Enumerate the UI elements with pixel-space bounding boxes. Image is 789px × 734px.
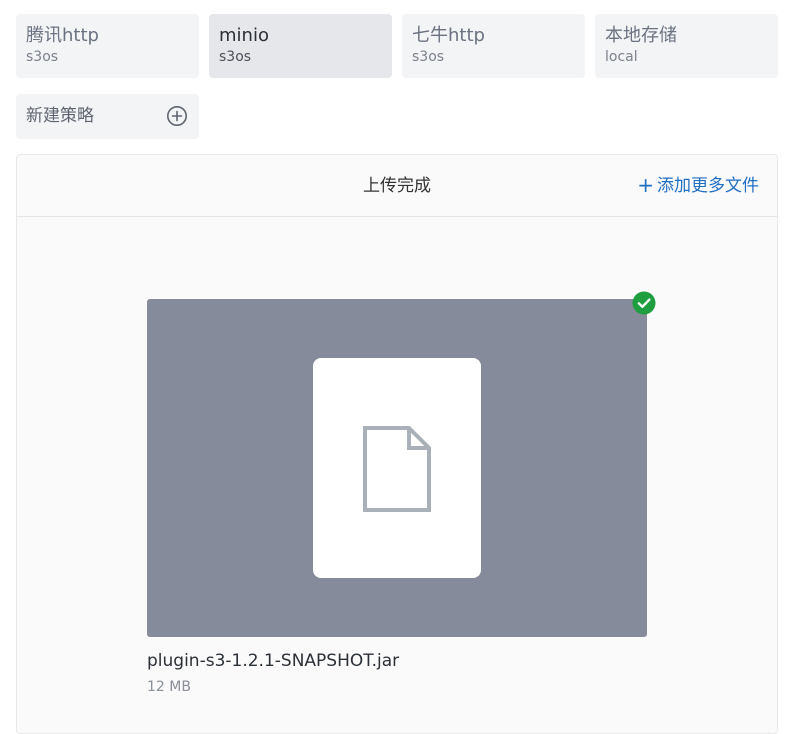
add-more-files-label: 添加更多文件 xyxy=(657,176,759,196)
policy-name: 本地存储 xyxy=(605,25,677,46)
new-policy-label: 新建策略 xyxy=(26,106,94,126)
new-policy-button[interactable]: 新建策略 xyxy=(16,94,199,139)
upload-panel: 上传完成 + 添加更多文件 plugin-s3-1.2.1-SNAPSHOT.ja… xyxy=(16,154,778,734)
file-preview[interactable] xyxy=(147,299,647,637)
policy-name: minio xyxy=(219,25,269,46)
file-thumbnail xyxy=(313,358,481,578)
policy-name: 腾讯http xyxy=(26,25,99,46)
policy-type: local xyxy=(605,49,638,65)
add-more-files-button[interactable]: + 添加更多文件 xyxy=(637,173,759,198)
plus-circle-icon xyxy=(167,106,187,126)
policy-type: s3os xyxy=(26,49,59,65)
upload-panel-header: 上传完成 + 添加更多文件 xyxy=(17,155,777,217)
plus-icon: + xyxy=(637,173,654,197)
policy-type: s3os xyxy=(412,49,445,65)
policy-card-local[interactable]: 本地存储 local xyxy=(595,14,778,78)
policy-card-minio[interactable]: minio s3os xyxy=(209,14,392,78)
policy-name: 七牛http xyxy=(412,25,485,46)
check-circle-icon xyxy=(632,291,656,315)
file-size: 12 MB xyxy=(147,679,191,695)
policy-type: s3os xyxy=(219,49,252,65)
policy-card-qiniu[interactable]: 七牛http s3os xyxy=(402,14,585,78)
file-name: plugin-s3-1.2.1-SNAPSHOT.jar xyxy=(147,651,400,671)
document-icon xyxy=(363,426,431,512)
policy-card-tencent[interactable]: 腾讯http s3os xyxy=(16,14,199,78)
